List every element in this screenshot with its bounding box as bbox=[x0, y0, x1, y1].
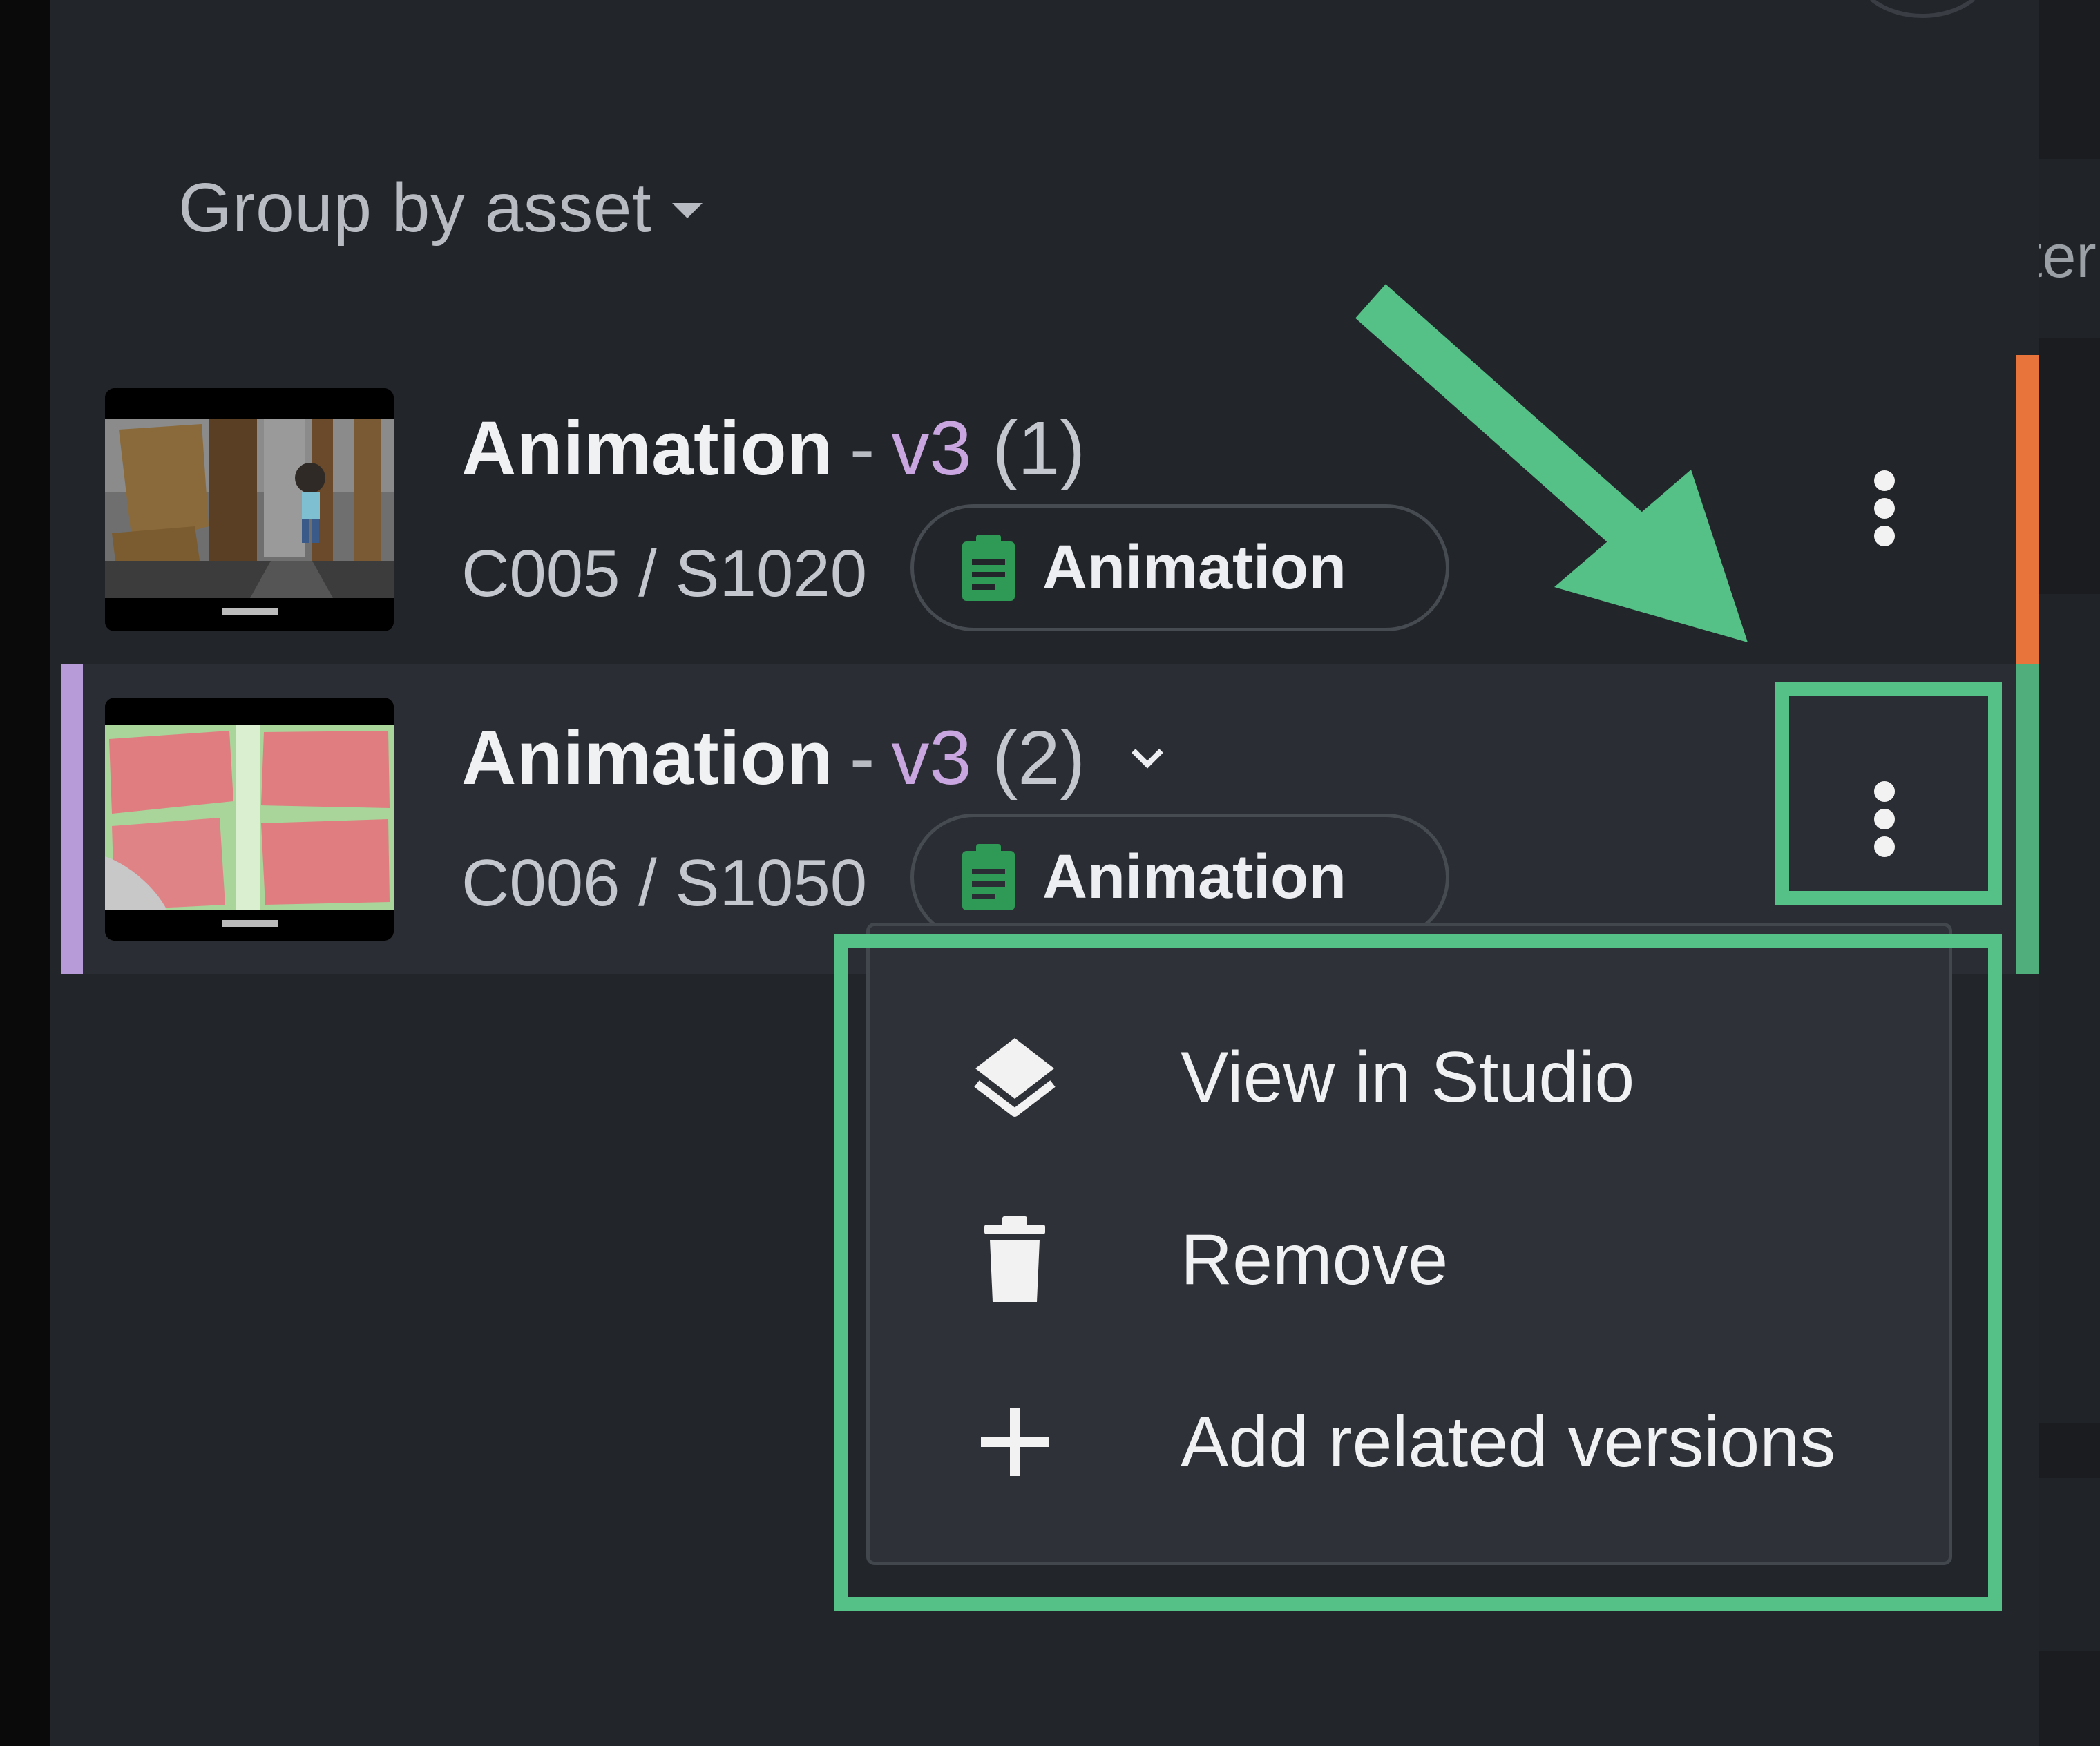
annotation-arrow bbox=[1355, 284, 1748, 642]
